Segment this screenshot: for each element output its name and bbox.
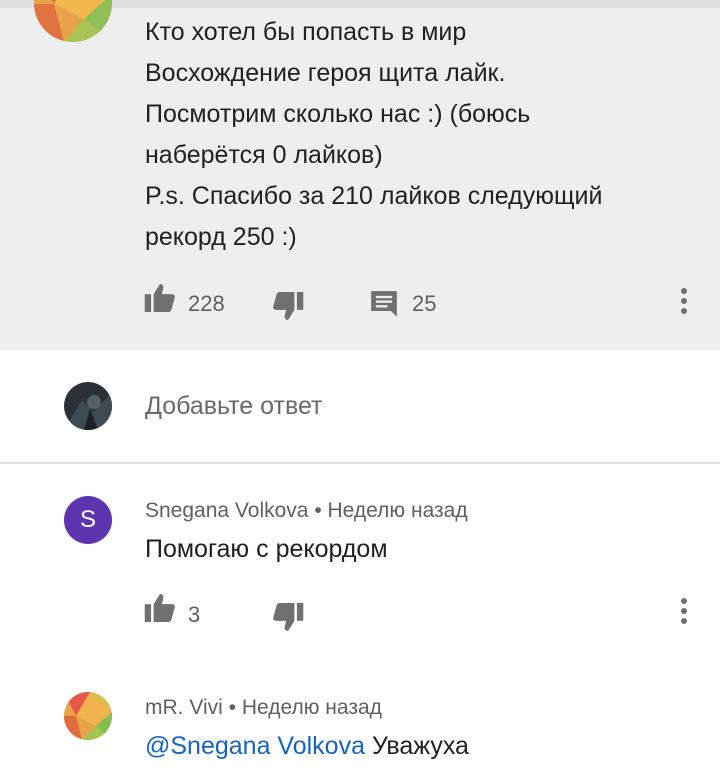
reply-text: @Snegana Volkova Уважуха — [145, 732, 469, 761]
more-vert-icon — [681, 598, 687, 604]
reply-author-name[interactable]: mR. Vivi — [145, 696, 223, 719]
comment-line: рекорд 250 :) — [145, 223, 297, 251]
user-avatar — [64, 382, 112, 430]
like-count: 228 — [188, 291, 225, 316]
reply-author-avatar[interactable] — [64, 692, 112, 740]
reply-count: 25 — [412, 291, 437, 316]
reply-message: Уважуха — [371, 732, 469, 760]
add-reply-input[interactable]: Добавьте ответ — [145, 392, 322, 421]
thumbs-up-icon — [144, 594, 175, 622]
more-options-button[interactable] — [679, 598, 689, 632]
reply-meta: Snegana Volkova • Неделю назад — [145, 499, 468, 523]
reply-author-name[interactable]: Snegana Volkova — [145, 499, 308, 522]
section-divider — [0, 462, 720, 464]
reply-timestamp: Неделю назад — [241, 696, 382, 719]
thumbs-up-icon — [144, 284, 175, 312]
comment-body: Кто хотел бы попасть в мир Восхождение г… — [145, 12, 602, 258]
like-count: 3 — [188, 602, 201, 627]
mention-link[interactable]: @Snegana Volkova — [145, 732, 365, 760]
comment-line: P.s. Спасибо за 210 лайков следующий — [145, 182, 603, 210]
reply-button[interactable] — [370, 290, 400, 318]
like-button[interactable] — [144, 284, 178, 314]
comment-line: Посмотрим сколько нас :) (боюсь — [145, 100, 531, 128]
reply-meta: mR. Vivi • Неделю назад — [145, 696, 382, 720]
dislike-button[interactable] — [272, 603, 306, 633]
reply-author-avatar[interactable]: S — [64, 496, 112, 544]
thumbs-down-icon — [273, 292, 304, 320]
reply-comment-icon — [371, 291, 397, 317]
comment-line: наберётся 0 лайков) — [145, 141, 383, 169]
comment-line: Кто хотел бы попасть в мир — [145, 18, 467, 46]
meta-separator: • — [228, 696, 236, 719]
reply-timestamp: Неделю назад — [327, 499, 468, 522]
meta-separator: • — [314, 499, 322, 522]
more-options-button[interactable] — [679, 288, 689, 322]
more-vert-icon — [681, 288, 687, 294]
reply-text: Помогаю с рекордом — [145, 535, 388, 563]
like-button[interactable] — [144, 594, 178, 624]
dislike-button[interactable] — [272, 292, 306, 322]
thumbs-down-icon — [273, 603, 304, 631]
comment-line: Восхождение героя щита лайк. — [145, 59, 506, 87]
